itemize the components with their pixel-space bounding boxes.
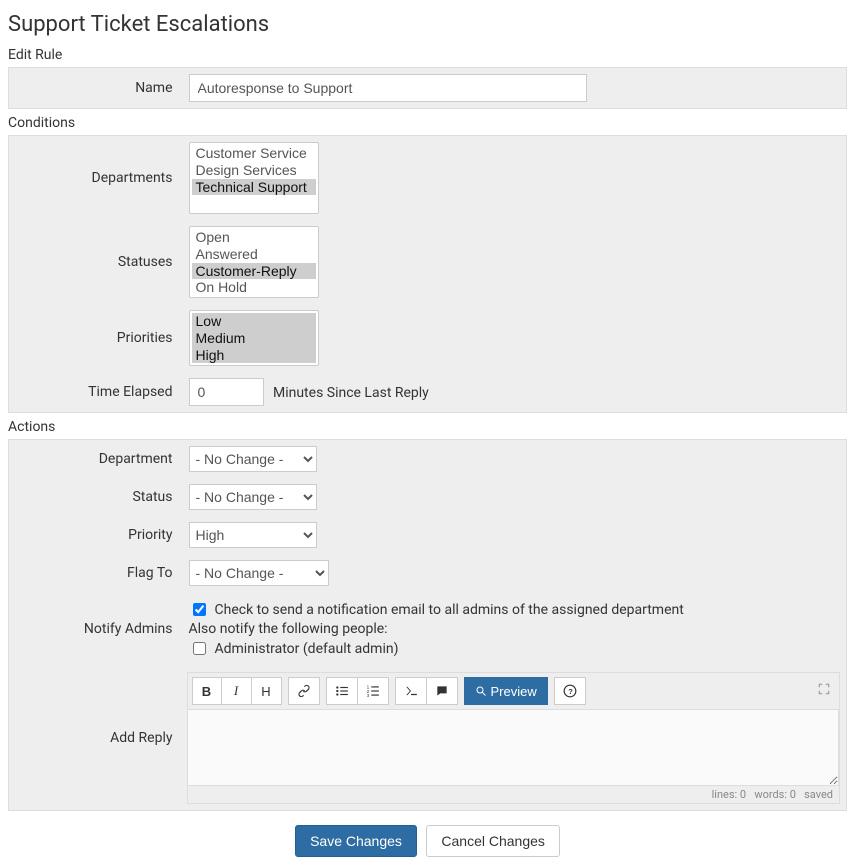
list-ul-icon — [335, 684, 349, 698]
priorities-label: Priorities — [9, 304, 181, 372]
editor-status: lines: 0 words: 0 saved — [188, 786, 840, 803]
italic-button[interactable]: I — [222, 677, 252, 705]
comment-button[interactable] — [427, 677, 458, 705]
expand-button[interactable] — [813, 678, 835, 704]
save-button[interactable]: Save Changes — [295, 825, 417, 857]
page-buttons: Save Changes Cancel Changes — [8, 825, 847, 857]
question-icon: ? — [563, 684, 577, 698]
preview-button[interactable]: Preview — [464, 677, 548, 705]
notify-admins-checkbox-label: Check to send a notification email to al… — [215, 602, 684, 618]
list-ol-icon: 123 — [366, 684, 380, 698]
search-icon — [475, 685, 487, 697]
svg-text:3: 3 — [366, 693, 369, 698]
add-reply-label: Add Reply — [9, 666, 181, 811]
action-status-select[interactable]: - No Change - — [189, 484, 317, 510]
action-flagto-select[interactable]: - No Change - — [189, 560, 329, 586]
action-priority-label: Priority — [9, 516, 181, 554]
link-icon — [297, 684, 311, 698]
conditions-table: Departments Customer ServiceDesign Servi… — [8, 135, 847, 413]
notify-administrator-checkbox-label: Administrator (default admin) — [215, 641, 399, 657]
notify-administrator-checkbox[interactable] — [193, 642, 206, 655]
priorities-select[interactable]: LowMediumHigh — [189, 310, 319, 366]
statuses-select[interactable]: OpenAnsweredCustomer-ReplyOn Hold — [189, 226, 319, 298]
departments-label: Departments — [9, 136, 181, 221]
status-lines: lines: 0 — [712, 788, 747, 801]
cancel-button[interactable]: Cancel Changes — [426, 825, 560, 857]
time-elapsed-suffix: Minutes Since Last Reply — [273, 385, 429, 401]
link-button[interactable] — [288, 677, 320, 705]
terminal-icon — [404, 684, 418, 698]
status-words: words: 0 — [754, 788, 796, 801]
action-department-label: Department — [9, 440, 181, 479]
action-department-select[interactable]: - No Change - — [189, 446, 317, 472]
preview-button-label: Preview — [491, 684, 537, 699]
statuses-label: Statuses — [9, 220, 181, 304]
actions-table: Department - No Change - Status - No Cha… — [8, 439, 847, 811]
svg-text:?: ? — [568, 687, 573, 696]
conditions-section-label: Conditions — [8, 115, 847, 131]
status-saved: saved — [804, 788, 833, 801]
action-flagto-label: Flag To — [9, 554, 181, 592]
editor: B I H 123 — [187, 672, 841, 804]
notify-extra-text: Also notify the following people: — [189, 621, 839, 637]
time-elapsed-label: Time Elapsed — [9, 372, 181, 413]
action-priority-select[interactable]: - No Change -LowMediumHigh — [189, 522, 317, 548]
name-table: Name — [8, 67, 847, 109]
help-button[interactable]: ? — [554, 677, 586, 705]
name-input[interactable] — [189, 74, 587, 102]
name-label: Name — [9, 68, 181, 109]
page-subtitle: Edit Rule — [8, 47, 847, 63]
notify-admins-label: Notify Admins — [9, 592, 181, 666]
heading-button[interactable]: H — [252, 677, 282, 705]
comment-icon — [435, 684, 449, 698]
bold-button[interactable]: B — [192, 677, 222, 705]
actions-section-label: Actions — [8, 419, 847, 435]
departments-select[interactable]: Customer ServiceDesign ServicesTechnical… — [189, 142, 319, 214]
notify-admins-checkbox[interactable] — [193, 603, 206, 616]
time-elapsed-input[interactable] — [189, 378, 264, 406]
unordered-list-button[interactable] — [326, 677, 358, 705]
ordered-list-button[interactable]: 123 — [358, 677, 389, 705]
expand-icon — [817, 682, 831, 696]
editor-toolbar: B I H 123 — [188, 673, 840, 710]
reply-textarea[interactable] — [188, 710, 840, 786]
code-button[interactable] — [395, 677, 427, 705]
page-title: Support Ticket Escalations — [8, 12, 847, 37]
action-status-label: Status — [9, 478, 181, 516]
